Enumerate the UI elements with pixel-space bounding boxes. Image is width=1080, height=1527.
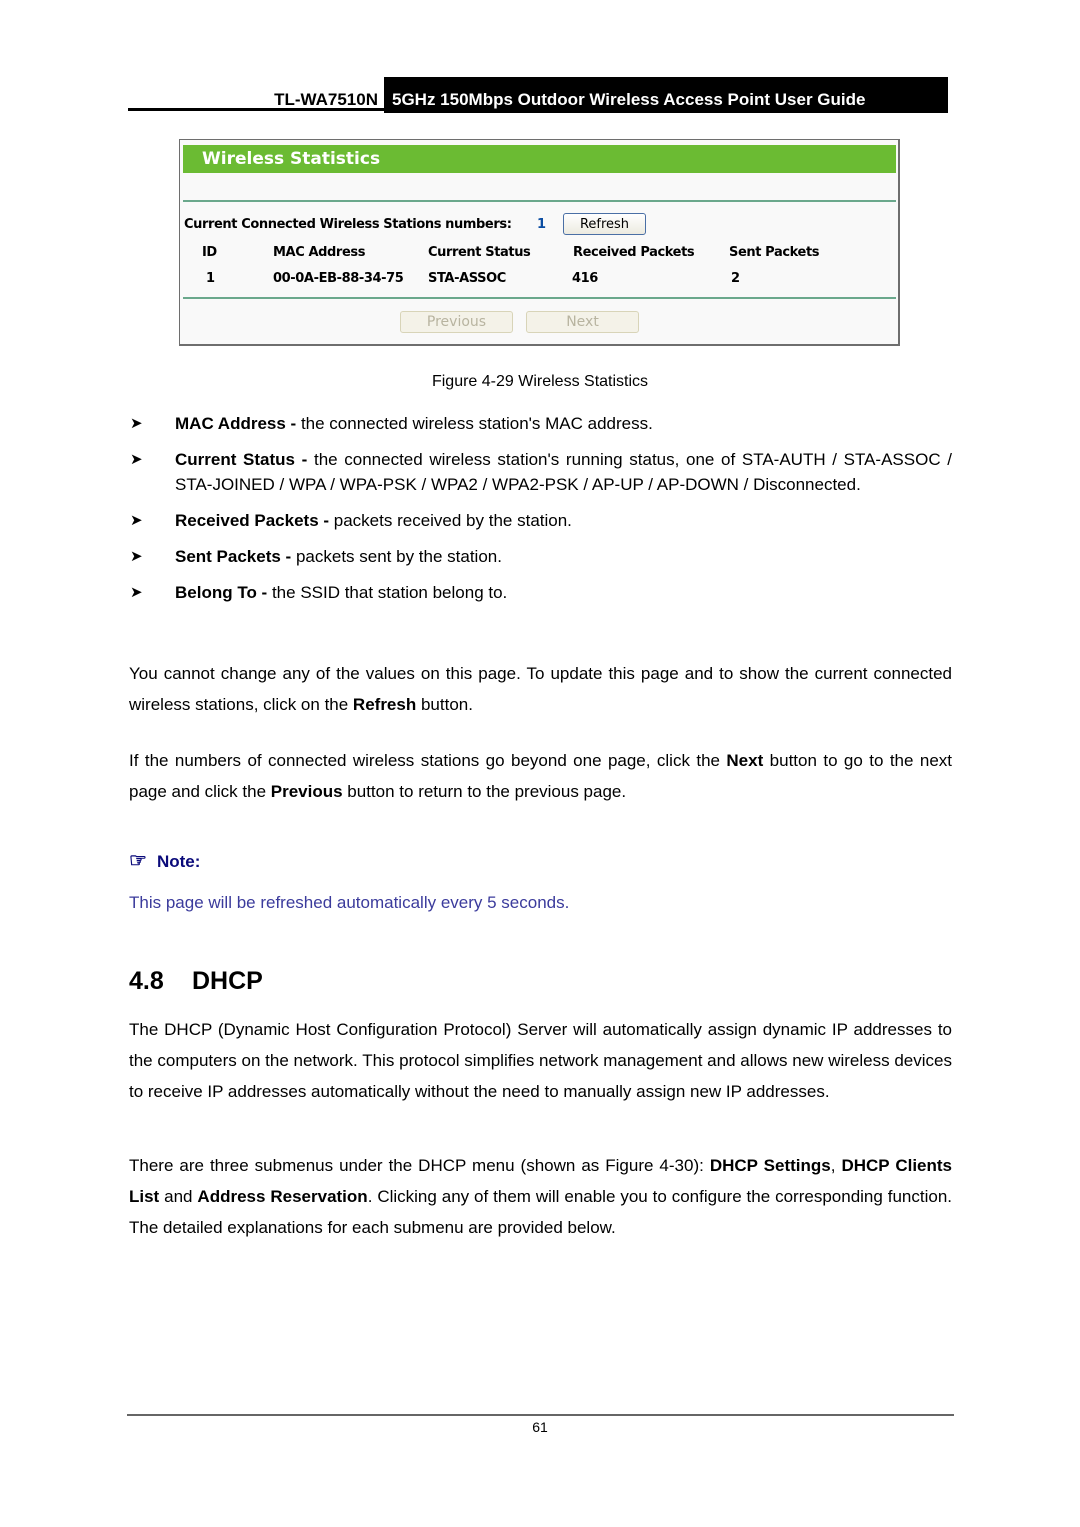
wireless-statistics-screenshot: Wireless Statistics Current Connected Wi… — [179, 139, 900, 346]
arrow-bullet-icon: ➤ — [130, 512, 143, 529]
section-title: DHCP — [192, 967, 263, 995]
column-header-sent: Sent Packets — [729, 245, 820, 260]
refresh-button[interactable]: Refresh — [563, 213, 646, 235]
page-number: 61 — [532, 1419, 548, 1435]
paragraph-dhcp-submenus: There are three submenus under the DHCP … — [129, 1150, 952, 1243]
paragraph-refresh: You cannot change any of the values on t… — [129, 658, 952, 720]
arrow-bullet-icon: ➤ — [130, 548, 143, 565]
previous-button[interactable]: Previous — [400, 311, 513, 333]
stations-label: Current Connected Wireless Stations numb… — [184, 217, 512, 232]
paragraph-dhcp-intro: The DHCP (Dynamic Host Configuration Pro… — [129, 1020, 952, 1101]
note-text: This page will be refreshed automaticall… — [129, 893, 570, 912]
bullet-term: MAC Address - — [175, 414, 297, 433]
row-sent: 2 — [731, 271, 740, 286]
section-number: 4.8 — [129, 967, 164, 995]
panel-title: Wireless Statistics — [183, 145, 896, 173]
field-descriptions: ➤ MAC Address - the connected wireless s… — [130, 411, 952, 616]
header-model: TL-WA7510N — [128, 77, 384, 111]
bold-term: Address Reservation — [197, 1187, 368, 1206]
row-received: 416 — [572, 271, 598, 286]
paragraph-pagination: If the numbers of connected wireless sta… — [129, 745, 952, 807]
divider — [183, 297, 896, 299]
note-heading: ☞ Note: — [129, 848, 200, 873]
bold-term: Next — [726, 751, 764, 770]
page-header: TL-WA7510N 5GHz 150Mbps Outdoor Wireless… — [128, 77, 948, 113]
column-header-mac: MAC Address — [273, 245, 366, 260]
bullet-text: packets received by the station. — [329, 511, 572, 530]
next-button[interactable]: Next — [526, 311, 639, 333]
bullet-text: the connected wireless station's MAC add… — [296, 414, 653, 433]
row-status: STA-ASSOC — [428, 271, 506, 286]
column-header-received: Received Packets — [573, 245, 695, 260]
section-heading: 4.8 DHCP — [129, 967, 263, 996]
stations-count: 1 — [537, 217, 546, 232]
footer-divider — [127, 1414, 954, 1416]
bullet-term: Sent Packets - — [175, 547, 292, 566]
row-id: 1 — [206, 271, 215, 286]
bold-term: Previous — [270, 782, 343, 801]
row-mac: 00-0A-EB-88-34-75 — [273, 271, 404, 286]
bullet-term: Received Packets - — [175, 511, 330, 530]
list-item: ➤ Current Status - the connected wireles… — [130, 447, 952, 497]
text: and — [159, 1187, 198, 1206]
arrow-bullet-icon: ➤ — [130, 584, 143, 601]
bold-term: Refresh — [352, 695, 417, 714]
text: If the numbers of connected wireless sta… — [129, 751, 727, 770]
pointing-hand-icon: ☞ — [129, 850, 147, 872]
text: button to return to the previous page. — [342, 782, 627, 801]
column-header-status: Current Status — [428, 245, 531, 260]
list-item: ➤ Sent Packets - packets sent by the sta… — [130, 544, 952, 569]
bold-term: DHCP Settings — [709, 1156, 831, 1175]
text: , — [830, 1156, 842, 1175]
list-item: ➤ MAC Address - the connected wireless s… — [130, 411, 952, 436]
list-item: ➤ Received Packets - packets received by… — [130, 508, 952, 533]
text: You cannot change any of the values on t… — [129, 664, 952, 714]
bullet-text: packets sent by the station. — [291, 547, 502, 566]
divider — [183, 200, 896, 202]
bullet-text: the SSID that station belong to. — [267, 583, 508, 602]
bullet-term: Current Status - — [175, 450, 308, 469]
note-label: Note: — [156, 852, 201, 871]
list-item: ➤ Belong To - the SSID that station belo… — [130, 580, 952, 605]
bullet-term: Belong To - — [175, 583, 268, 602]
text: button. — [416, 695, 473, 714]
header-title: 5GHz 150Mbps Outdoor Wireless Access Poi… — [384, 77, 948, 113]
arrow-bullet-icon: ➤ — [130, 415, 143, 432]
text: There are three submenus under the DHCP … — [129, 1156, 710, 1175]
figure-caption: Figure 4-29 Wireless Statistics — [431, 373, 649, 390]
column-header-id: ID — [202, 245, 217, 260]
arrow-bullet-icon: ➤ — [130, 451, 143, 468]
